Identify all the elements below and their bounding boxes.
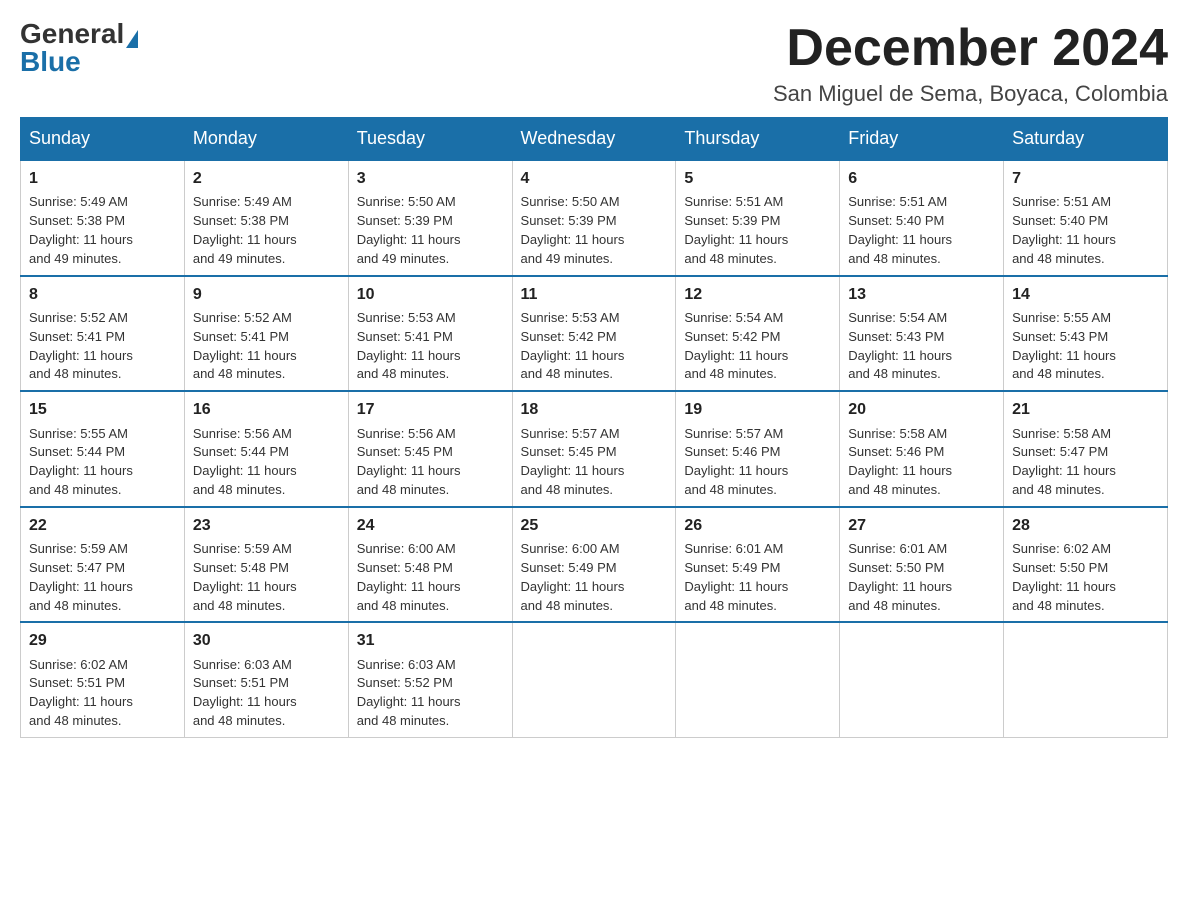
calendar-cell: 5Sunrise: 5:51 AMSunset: 5:39 PMDaylight… xyxy=(676,160,840,276)
day-number: 11 xyxy=(521,283,668,306)
calendar-cell xyxy=(840,622,1004,737)
day-number: 16 xyxy=(193,398,340,421)
calendar-cell: 27Sunrise: 6:01 AMSunset: 5:50 PMDayligh… xyxy=(840,507,1004,623)
month-title: December 2024 xyxy=(773,20,1168,77)
day-number: 26 xyxy=(684,514,831,537)
day-number: 20 xyxy=(848,398,995,421)
calendar-cell: 3Sunrise: 5:50 AMSunset: 5:39 PMDaylight… xyxy=(348,160,512,276)
page-header: General Blue December 2024 San Miguel de… xyxy=(20,20,1168,107)
day-number: 3 xyxy=(357,167,504,190)
calendar-header-row: Sunday Monday Tuesday Wednesday Thursday… xyxy=(21,118,1168,161)
calendar-cell: 17Sunrise: 5:56 AMSunset: 5:45 PMDayligh… xyxy=(348,391,512,507)
col-sunday: Sunday xyxy=(21,118,185,161)
col-wednesday: Wednesday xyxy=(512,118,676,161)
day-number: 31 xyxy=(357,629,504,652)
calendar-cell: 8Sunrise: 5:52 AMSunset: 5:41 PMDaylight… xyxy=(21,276,185,392)
day-number: 10 xyxy=(357,283,504,306)
day-number: 24 xyxy=(357,514,504,537)
calendar-week-2: 8Sunrise: 5:52 AMSunset: 5:41 PMDaylight… xyxy=(21,276,1168,392)
logo-general-row: General xyxy=(20,20,138,48)
day-number: 25 xyxy=(521,514,668,537)
calendar-cell: 24Sunrise: 6:00 AMSunset: 5:48 PMDayligh… xyxy=(348,507,512,623)
calendar-table: Sunday Monday Tuesday Wednesday Thursday… xyxy=(20,117,1168,738)
day-number: 7 xyxy=(1012,167,1159,190)
calendar-cell: 20Sunrise: 5:58 AMSunset: 5:46 PMDayligh… xyxy=(840,391,1004,507)
calendar-week-5: 29Sunrise: 6:02 AMSunset: 5:51 PMDayligh… xyxy=(21,622,1168,737)
calendar-week-4: 22Sunrise: 5:59 AMSunset: 5:47 PMDayligh… xyxy=(21,507,1168,623)
logo-blue-text: Blue xyxy=(20,46,81,77)
calendar-cell: 23Sunrise: 5:59 AMSunset: 5:48 PMDayligh… xyxy=(184,507,348,623)
calendar-cell: 25Sunrise: 6:00 AMSunset: 5:49 PMDayligh… xyxy=(512,507,676,623)
logo-triangle-icon xyxy=(126,30,138,48)
col-monday: Monday xyxy=(184,118,348,161)
day-number: 27 xyxy=(848,514,995,537)
calendar-cell: 18Sunrise: 5:57 AMSunset: 5:45 PMDayligh… xyxy=(512,391,676,507)
day-number: 9 xyxy=(193,283,340,306)
col-thursday: Thursday xyxy=(676,118,840,161)
calendar-cell: 13Sunrise: 5:54 AMSunset: 5:43 PMDayligh… xyxy=(840,276,1004,392)
calendar-cell xyxy=(512,622,676,737)
col-tuesday: Tuesday xyxy=(348,118,512,161)
calendar-cell: 1Sunrise: 5:49 AMSunset: 5:38 PMDaylight… xyxy=(21,160,185,276)
day-number: 5 xyxy=(684,167,831,190)
calendar-cell: 6Sunrise: 5:51 AMSunset: 5:40 PMDaylight… xyxy=(840,160,1004,276)
day-number: 15 xyxy=(29,398,176,421)
calendar-cell: 15Sunrise: 5:55 AMSunset: 5:44 PMDayligh… xyxy=(21,391,185,507)
calendar-cell: 7Sunrise: 5:51 AMSunset: 5:40 PMDaylight… xyxy=(1004,160,1168,276)
day-number: 17 xyxy=(357,398,504,421)
day-number: 1 xyxy=(29,167,176,190)
day-number: 4 xyxy=(521,167,668,190)
calendar-cell: 12Sunrise: 5:54 AMSunset: 5:42 PMDayligh… xyxy=(676,276,840,392)
calendar-cell: 26Sunrise: 6:01 AMSunset: 5:49 PMDayligh… xyxy=(676,507,840,623)
day-number: 2 xyxy=(193,167,340,190)
day-number: 12 xyxy=(684,283,831,306)
day-number: 22 xyxy=(29,514,176,537)
calendar-cell: 22Sunrise: 5:59 AMSunset: 5:47 PMDayligh… xyxy=(21,507,185,623)
day-number: 29 xyxy=(29,629,176,652)
logo-general-text: General xyxy=(20,18,124,49)
col-friday: Friday xyxy=(840,118,1004,161)
calendar-cell: 9Sunrise: 5:52 AMSunset: 5:41 PMDaylight… xyxy=(184,276,348,392)
day-number: 8 xyxy=(29,283,176,306)
calendar-cell: 2Sunrise: 5:49 AMSunset: 5:38 PMDaylight… xyxy=(184,160,348,276)
calendar-cell: 29Sunrise: 6:02 AMSunset: 5:51 PMDayligh… xyxy=(21,622,185,737)
calendar-cell: 28Sunrise: 6:02 AMSunset: 5:50 PMDayligh… xyxy=(1004,507,1168,623)
calendar-cell: 4Sunrise: 5:50 AMSunset: 5:39 PMDaylight… xyxy=(512,160,676,276)
day-number: 23 xyxy=(193,514,340,537)
calendar-cell: 16Sunrise: 5:56 AMSunset: 5:44 PMDayligh… xyxy=(184,391,348,507)
calendar-week-3: 15Sunrise: 5:55 AMSunset: 5:44 PMDayligh… xyxy=(21,391,1168,507)
calendar-cell: 31Sunrise: 6:03 AMSunset: 5:52 PMDayligh… xyxy=(348,622,512,737)
calendar-cell: 14Sunrise: 5:55 AMSunset: 5:43 PMDayligh… xyxy=(1004,276,1168,392)
day-number: 14 xyxy=(1012,283,1159,306)
location-title: San Miguel de Sema, Boyaca, Colombia xyxy=(773,81,1168,107)
day-number: 18 xyxy=(521,398,668,421)
day-number: 21 xyxy=(1012,398,1159,421)
title-block: December 2024 San Miguel de Sema, Boyaca… xyxy=(773,20,1168,107)
calendar-cell: 30Sunrise: 6:03 AMSunset: 5:51 PMDayligh… xyxy=(184,622,348,737)
calendar-cell xyxy=(676,622,840,737)
calendar-cell: 10Sunrise: 5:53 AMSunset: 5:41 PMDayligh… xyxy=(348,276,512,392)
calendar-cell: 19Sunrise: 5:57 AMSunset: 5:46 PMDayligh… xyxy=(676,391,840,507)
col-saturday: Saturday xyxy=(1004,118,1168,161)
day-number: 13 xyxy=(848,283,995,306)
day-number: 6 xyxy=(848,167,995,190)
calendar-week-1: 1Sunrise: 5:49 AMSunset: 5:38 PMDaylight… xyxy=(21,160,1168,276)
day-number: 19 xyxy=(684,398,831,421)
calendar-cell xyxy=(1004,622,1168,737)
calendar-cell: 11Sunrise: 5:53 AMSunset: 5:42 PMDayligh… xyxy=(512,276,676,392)
calendar-cell: 21Sunrise: 5:58 AMSunset: 5:47 PMDayligh… xyxy=(1004,391,1168,507)
day-number: 30 xyxy=(193,629,340,652)
day-number: 28 xyxy=(1012,514,1159,537)
logo: General Blue xyxy=(20,20,138,76)
